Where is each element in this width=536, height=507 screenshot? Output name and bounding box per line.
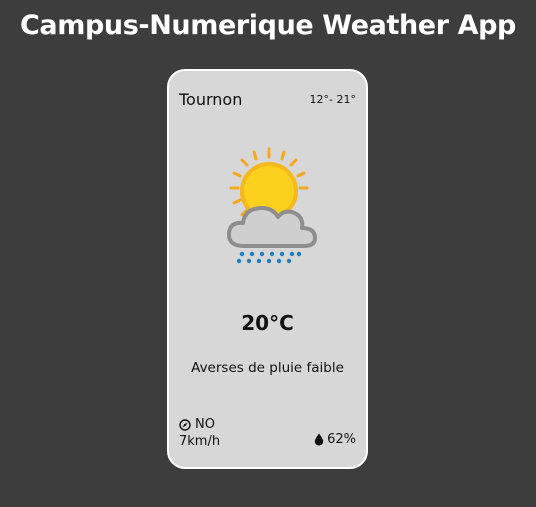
humidity-info: 62% [314,432,356,447]
sun-behind-rain-cloud-icon [226,147,317,264]
city-name: Tournon [179,90,243,109]
humidity-value: 62% [327,432,356,447]
weather-description: Averses de pluie faible [191,360,344,376]
wind-direction: NO [195,417,215,432]
compass-icon [179,418,191,431]
wind-speed: 7km/h [179,434,221,449]
app-title: Campus-Numerique Weather App [20,10,516,41]
current-temperature: 20°C [241,311,294,335]
weather-card: Tournon 12°- 21° 20°C Averses de pluie f… [167,69,368,469]
wind-info: NO 7km/h [179,416,220,450]
droplet-icon [314,433,324,446]
temperature-range: 12°- 21° [309,93,356,106]
